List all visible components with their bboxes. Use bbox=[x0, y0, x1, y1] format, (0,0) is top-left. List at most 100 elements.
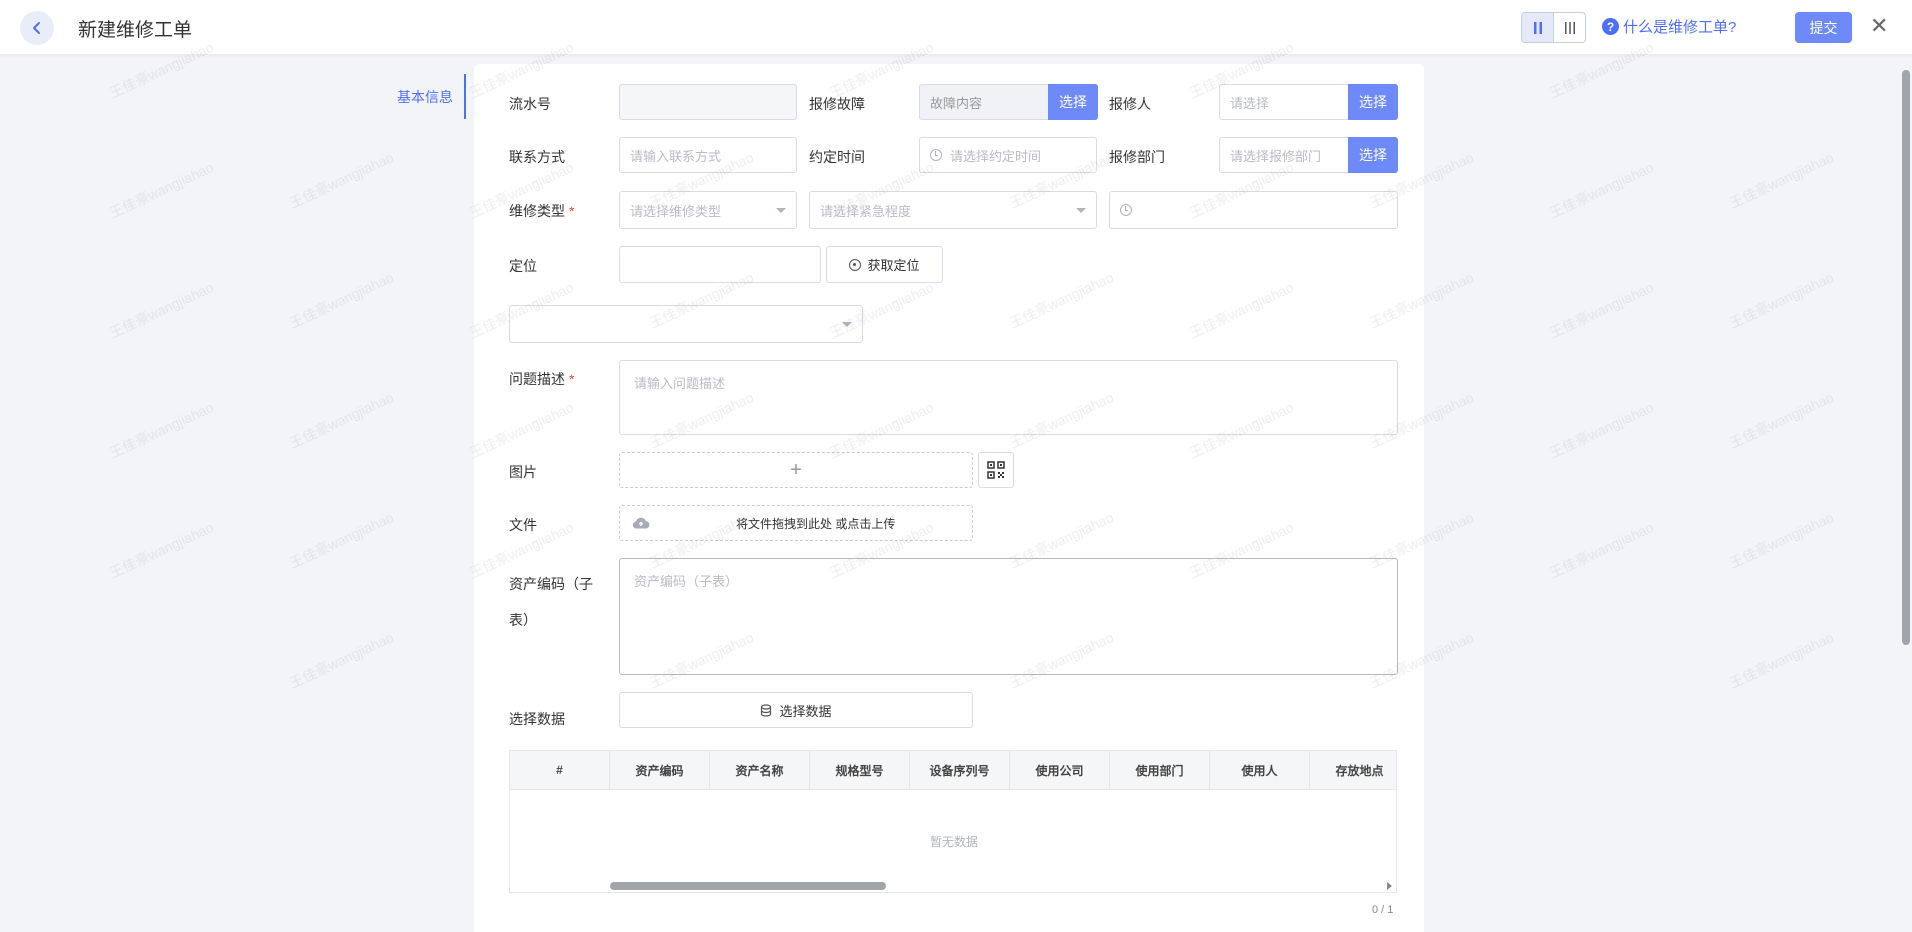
contact-input[interactable]: 请输入联系方式 bbox=[619, 137, 797, 173]
watermark-text: 王佳豪wangjiahao bbox=[106, 518, 216, 582]
table-column-header: 规格型号 bbox=[810, 751, 910, 789]
clock-icon bbox=[1120, 204, 1132, 216]
page-vertical-scrollbar[interactable] bbox=[1902, 70, 1910, 645]
table-column-header: # bbox=[510, 751, 610, 789]
fault-select-button[interactable]: 选择 bbox=[1048, 84, 1098, 120]
asset-code-label-line1: 资产编码（子 bbox=[509, 576, 593, 592]
locate-icon bbox=[849, 258, 862, 271]
select-data-label-text: 选择数据 bbox=[779, 703, 832, 719]
close-icon[interactable]: ✕ bbox=[1870, 14, 1888, 38]
watermark-text: 王佳豪wangjiahao bbox=[106, 278, 216, 342]
watermark-text: 王佳豪wangjiahao bbox=[1726, 388, 1836, 452]
table-column-header: 资产名称 bbox=[710, 751, 810, 789]
select-data-button[interactable]: 选择数据 bbox=[619, 692, 973, 728]
get-location-button[interactable]: 获取定位 bbox=[826, 246, 943, 283]
three-column-icon bbox=[1564, 21, 1575, 34]
watermark-text: 王佳豪wangjiahao bbox=[286, 508, 396, 572]
table-column-header: 使用人 bbox=[1210, 751, 1310, 789]
layout-toggle[interactable] bbox=[1521, 12, 1586, 43]
repair-type-select[interactable]: 请选择维修类型 bbox=[619, 191, 797, 229]
file-upload-area[interactable]: 将文件拖拽到此处 或点击上传 bbox=[619, 505, 973, 541]
table-scroll-thumb[interactable] bbox=[610, 882, 886, 890]
clock-icon bbox=[930, 149, 942, 161]
asset-code-label-line2: 表） bbox=[509, 612, 537, 628]
description-label-text: 问题描述 bbox=[509, 371, 565, 387]
serial-no-label: 流水号 bbox=[509, 96, 551, 112]
image-label: 图片 bbox=[509, 464, 537, 480]
chevron-right-icon[interactable] bbox=[1387, 882, 1392, 890]
watermark-text: 王佳豪wangjiahao bbox=[286, 268, 396, 332]
two-column-layout-button[interactable] bbox=[1522, 13, 1554, 42]
image-upload-area[interactable]: + bbox=[619, 452, 973, 488]
watermark-text: 王佳豪wangjiahao bbox=[286, 148, 396, 212]
asset-code-textarea[interactable]: 资产编码（子表） bbox=[619, 558, 1398, 675]
get-location-label: 获取定位 bbox=[867, 258, 920, 273]
watermark-text: 王佳豪wangjiahao bbox=[1726, 508, 1836, 572]
description-label: 问题描述 * bbox=[509, 369, 574, 389]
table-column-header: 使用公司 bbox=[1010, 751, 1110, 789]
submit-button[interactable]: 提交 bbox=[1795, 12, 1852, 43]
page-header: 新建维修工单 ? 什么是维修工单? 提交 ✕ bbox=[0, 0, 1912, 54]
qr-code-button[interactable] bbox=[978, 452, 1014, 488]
contact-label: 联系方式 bbox=[509, 149, 565, 165]
watermark-text: 王佳豪wangjiahao bbox=[106, 398, 216, 462]
table-column-header: 存放地点 bbox=[1310, 751, 1396, 789]
form-card: 流水号 报修故障 故障内容 选择 报修人 请选择 选择 联系方式 请输入联系方式… bbox=[474, 64, 1424, 932]
watermark-text: 王佳豪wangjiahao bbox=[106, 158, 216, 222]
urgency-select[interactable]: 请选择紧急程度 bbox=[809, 191, 1097, 229]
table-column-header: 使用部门 bbox=[1110, 751, 1210, 789]
watermark-text: 王佳豪wangjiahao bbox=[1546, 158, 1656, 222]
reporter-label: 报修人 bbox=[1109, 96, 1151, 112]
back-button[interactable] bbox=[20, 11, 54, 45]
database-icon bbox=[761, 703, 772, 717]
question-icon: ? bbox=[1602, 18, 1619, 35]
location-input[interactable] bbox=[619, 246, 821, 283]
fault-input[interactable]: 故障内容 bbox=[919, 84, 1049, 120]
location-label: 定位 bbox=[509, 258, 537, 274]
file-label: 文件 bbox=[509, 517, 537, 533]
table-column-header: 资产编码 bbox=[610, 751, 710, 789]
chevron-down-icon bbox=[842, 322, 852, 327]
file-upload-text: 将文件拖拽到此处 或点击上传 bbox=[736, 516, 896, 531]
table-horizontal-scrollbar[interactable] bbox=[510, 880, 1396, 892]
help-link-text: 什么是维修工单? bbox=[1623, 19, 1737, 36]
table-header: # 资产编码 资产名称 规格型号 设备序列号 使用公司 使用部门 使用人 存放地点 bbox=[510, 751, 1396, 790]
watermark-text: 王佳豪wangjiahao bbox=[1546, 398, 1656, 462]
repair-type-label: 维修类型 * bbox=[509, 201, 574, 221]
required-mark: * bbox=[569, 203, 575, 219]
chevron-down-icon bbox=[1076, 208, 1086, 213]
three-column-layout-button[interactable] bbox=[1554, 13, 1585, 42]
table-pager: 0 / 1 bbox=[1372, 904, 1394, 916]
repair-type-label-text: 维修类型 bbox=[509, 203, 565, 219]
watermark-text: 王佳豪wangjiahao bbox=[286, 388, 396, 452]
chevron-left-icon bbox=[33, 22, 40, 34]
watermark-text: 王佳豪wangjiahao bbox=[1546, 518, 1656, 582]
department-input[interactable]: 请选择报修部门 bbox=[1219, 137, 1349, 173]
side-nav-item-basic-info[interactable]: 基本信息 bbox=[397, 87, 453, 107]
table-empty-text: 暂无数据 bbox=[929, 835, 978, 849]
description-textarea[interactable]: 请输入问题描述 bbox=[619, 360, 1398, 435]
department-select-button[interactable]: 选择 bbox=[1348, 137, 1398, 173]
chevron-down-icon bbox=[776, 208, 786, 213]
select-data-label: 选择数据 bbox=[509, 711, 565, 727]
help-link[interactable]: ? 什么是维修工单? bbox=[1602, 16, 1736, 37]
page-title: 新建维修工单 bbox=[78, 20, 193, 41]
time-picker-input[interactable] bbox=[1109, 191, 1398, 229]
fault-label: 报修故障 bbox=[809, 96, 865, 112]
watermark-text: 王佳豪wangjiahao bbox=[1726, 628, 1836, 692]
region-select[interactable] bbox=[509, 305, 863, 343]
qr-code-icon bbox=[987, 461, 1005, 479]
watermark-text: 王佳豪wangjiahao bbox=[286, 628, 396, 692]
table-column-header: 设备序列号 bbox=[910, 751, 1010, 789]
required-mark: * bbox=[569, 371, 575, 387]
reporter-select-button[interactable]: 选择 bbox=[1348, 84, 1398, 120]
department-label: 报修部门 bbox=[1109, 149, 1165, 165]
appointment-label: 约定时间 bbox=[809, 149, 865, 165]
asset-table: # 资产编码 资产名称 规格型号 设备序列号 使用公司 使用部门 使用人 存放地点 暂无数据 bbox=[509, 750, 1397, 893]
appointment-placeholder: 请选择约定时间 bbox=[950, 148, 1042, 164]
reporter-input[interactable]: 请选择 bbox=[1219, 84, 1349, 120]
appointment-input[interactable]: 请选择约定时间 bbox=[919, 137, 1097, 173]
watermark-text: 王佳豪wangjiahao bbox=[1726, 268, 1836, 332]
serial-no-input bbox=[619, 84, 797, 120]
side-nav-active-indicator bbox=[464, 74, 466, 119]
